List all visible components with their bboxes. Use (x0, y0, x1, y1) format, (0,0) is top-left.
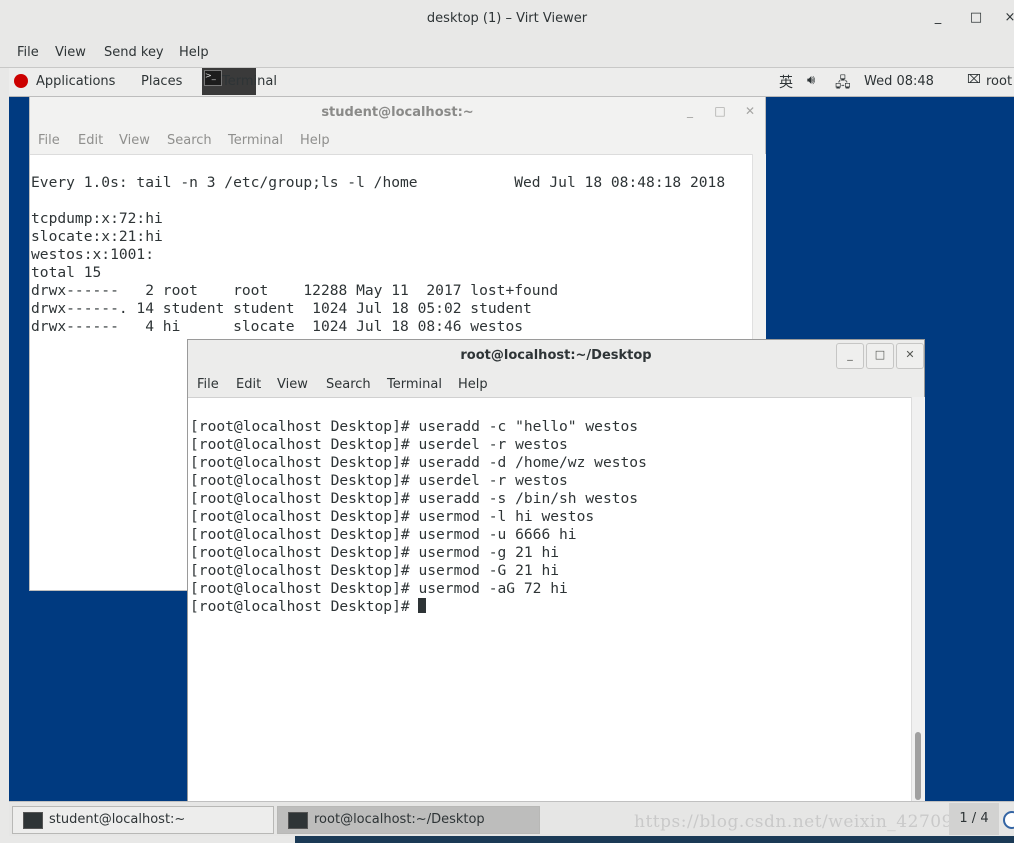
terminal-line: slocate:x:21:hi (31, 228, 163, 245)
close-icon[interactable]: × (1000, 10, 1014, 25)
taskbar-item-label: root@localhost:~/Desktop (314, 812, 485, 827)
workspace-pager[interactable]: 1 / 4 (949, 803, 999, 835)
network-icon[interactable]: 🖧 (835, 72, 851, 96)
terminal-line: [root@localhost Desktop]# usermod -l hi … (190, 508, 595, 525)
root-menu-edit[interactable]: Edit (236, 377, 261, 392)
root-menu-file[interactable]: File (197, 377, 219, 392)
root-menu-terminal[interactable]: Terminal (387, 377, 442, 392)
prompt-text: [root@localhost Desktop]# (190, 598, 419, 615)
terminal-line: [root@localhost Desktop]# useradd -d /ho… (190, 454, 647, 471)
terminal-line: [root@localhost Desktop]# usermod -u 666… (190, 526, 577, 543)
terminal-line: [root@localhost Desktop]# usermod -g 21 … (190, 544, 560, 561)
root-menu-search[interactable]: Search (326, 377, 371, 392)
root-menubar: File Edit View Search Terminal Help (188, 371, 924, 398)
places-menu[interactable]: Places (141, 74, 182, 89)
terminal-line: [root@localhost Desktop]# userdel -r wes… (190, 436, 568, 453)
taskbar-item-student[interactable]: student@localhost:~ (12, 806, 274, 834)
viewer-title: desktop (1) – Virt Viewer (426, 11, 588, 26)
clock[interactable]: Wed 08:48 (864, 74, 934, 89)
root-menu-view[interactable]: View (277, 377, 308, 392)
terminal-line: [root@localhost Desktop]# userdel -r wes… (190, 472, 568, 489)
student-window-titlebar[interactable]: student@localhost:~ _ □ ✕ (30, 97, 765, 128)
terminal-prompt[interactable]: [root@localhost Desktop]# (190, 598, 647, 616)
root-menu-help[interactable]: Help (458, 377, 488, 392)
terminal-icon: >_ (204, 70, 222, 86)
volume-icon[interactable]: 🔊︎ (807, 73, 815, 88)
maximize-icon[interactable]: □ (966, 10, 986, 25)
student-menu-terminal[interactable]: Terminal (228, 133, 283, 148)
student-maximize-icon[interactable]: □ (712, 104, 728, 118)
redhat-logo-icon (14, 74, 28, 88)
input-method-indicator[interactable]: 英 (779, 72, 793, 92)
root-close-icon[interactable]: ✕ (896, 343, 924, 369)
viewer-menu-view[interactable]: View (55, 45, 86, 60)
taskbar-item-root[interactable]: root@localhost:~/Desktop (277, 806, 540, 834)
terminal-line: drwx------. 14 student student 1024 Jul … (31, 300, 532, 317)
viewer-frame (0, 68, 9, 843)
terminal-icon (23, 812, 43, 829)
root-terminal-window[interactable]: root@localhost:~/Desktop _ □ ✕ File Edit… (188, 340, 925, 802)
student-window-title: student@localhost:~ (321, 105, 474, 120)
root-window-titlebar[interactable]: root@localhost:~/Desktop _ □ ✕ (188, 340, 924, 371)
root-terminal-output[interactable]: [root@localhost Desktop]# useradd -c "he… (190, 400, 647, 652)
student-menu-search[interactable]: Search (167, 133, 212, 148)
applications-menu[interactable]: Applications (36, 74, 115, 89)
root-window-title: root@localhost:~/Desktop (460, 348, 652, 363)
terminal-line: drwx------ 4 hi slocate 1024 Jul 18 08:4… (31, 318, 524, 335)
root-scrollbar-thumb[interactable] (915, 732, 921, 800)
desktop-bottom-edge (295, 836, 1014, 843)
terminal-line: drwx------ 2 root root 12288 May 11 2017… (31, 282, 559, 299)
terminal-line: [root@localhost Desktop]# useradd -c "he… (190, 418, 639, 435)
root-maximize-icon[interactable]: □ (866, 343, 894, 369)
notification-icon[interactable] (1003, 811, 1014, 829)
viewer-menubar: File View Send key Help (0, 40, 1014, 68)
terminal-line: westos:x:1001: (31, 246, 155, 263)
viewer-menu-file[interactable]: File (17, 45, 39, 60)
terminal-icon (288, 812, 308, 829)
viewer-menu-sendkey[interactable]: Send key (104, 45, 164, 60)
user-menu[interactable]: root (986, 74, 1012, 89)
viewer-menu-help[interactable]: Help (179, 45, 209, 60)
student-minimize-icon[interactable]: _ (682, 104, 698, 118)
watermark: https://blog.csdn.net/weixin_42709018 (634, 812, 987, 832)
gnome-top-bar: Applications Places >_ Terminal 英 🔊︎ 🖧 W… (9, 68, 1014, 97)
student-menu-file[interactable]: File (38, 133, 60, 148)
root-minimize-icon[interactable]: _ (836, 343, 864, 369)
terminal-line: [root@localhost Desktop]# useradd -s /bi… (190, 490, 639, 507)
viewer-titlebar: desktop (1) – Virt Viewer _ □ × (0, 0, 1014, 41)
student-close-icon[interactable]: ✕ (742, 104, 758, 118)
user-icon[interactable]: ⌧ (967, 72, 981, 86)
cursor (418, 598, 427, 613)
minimize-icon[interactable]: _ (928, 10, 948, 25)
terminal-line: [root@localhost Desktop]# usermod -aG 72… (190, 580, 568, 597)
terminal-line: tcpdump:x:72:hi (31, 210, 163, 227)
terminal-line: Every 1.0s: tail -n 3 /etc/group;ls -l /… (31, 174, 726, 191)
terminal-line: total 15 (31, 264, 102, 281)
taskbar-item-label: student@localhost:~ (49, 812, 186, 827)
student-menu-view[interactable]: View (119, 133, 150, 148)
root-scrollbar[interactable] (911, 397, 925, 802)
student-menu-help[interactable]: Help (300, 133, 330, 148)
student-menubar: File Edit View Search Terminal Help (30, 128, 765, 155)
terminal-line: [root@localhost Desktop]# usermod -G 21 … (190, 562, 560, 579)
student-menu-edit[interactable]: Edit (78, 133, 103, 148)
terminal-app-label: Terminal (222, 74, 277, 89)
